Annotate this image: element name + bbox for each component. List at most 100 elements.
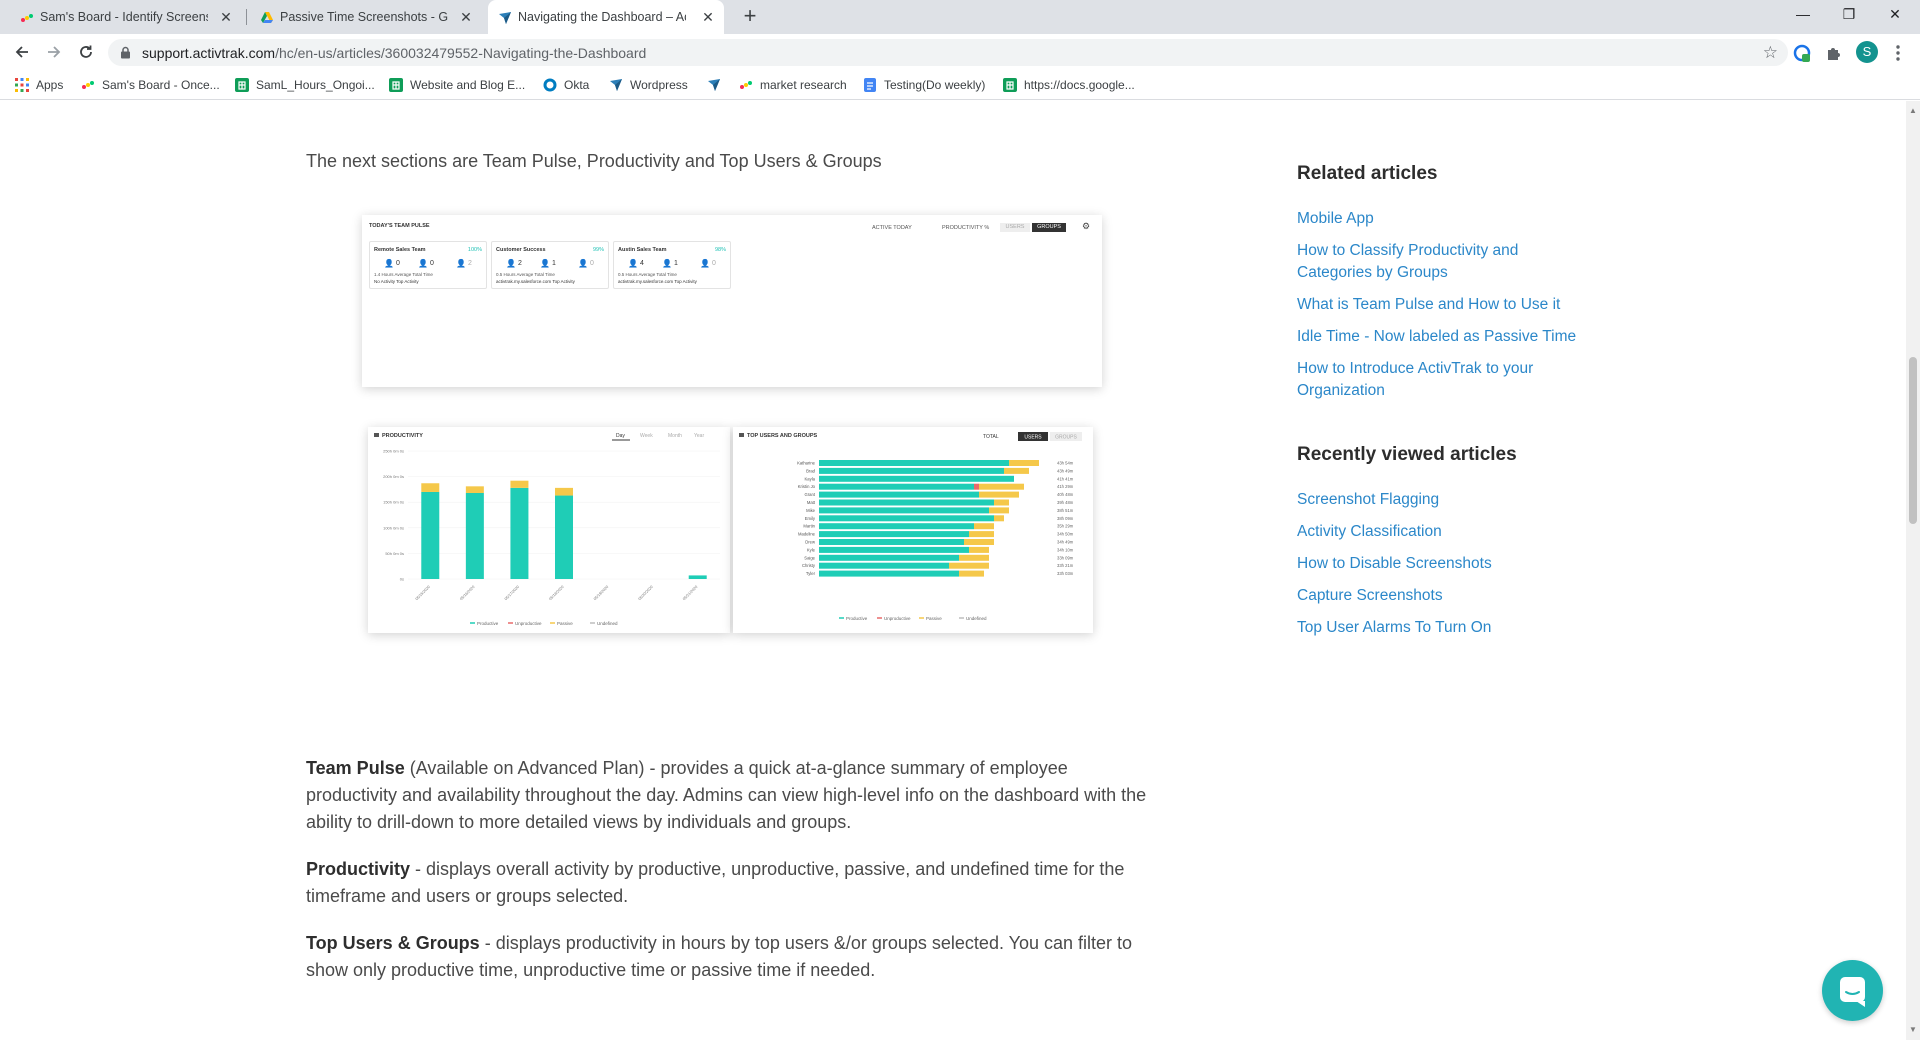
tab-sams-board[interactable]: Sam's Board - Identify Screenshot ✕ xyxy=(10,0,242,34)
page-scrollbar[interactable]: ▲ ▼ xyxy=(1906,101,1920,1040)
bar-segment-productive xyxy=(819,554,959,561)
recent-link[interactable]: How to Disable Screenshots xyxy=(1297,553,1597,575)
productivity-paragraph: Productivity - displays overall activity… xyxy=(306,856,1156,910)
legend-label: Passive xyxy=(557,621,573,626)
pulse-card[interactable]: Austin Sales Team 98% 👤 4 👤 1 👤 0 0.5 Ho… xyxy=(613,241,731,289)
recent-link[interactable]: Top User Alarms To Turn On xyxy=(1297,617,1597,639)
docs-icon xyxy=(862,77,878,93)
bookmark-apps[interactable]: Apps xyxy=(14,76,63,94)
passive-count: 1 xyxy=(552,260,556,267)
bar-segment-productive xyxy=(819,483,974,490)
sheets-icon xyxy=(1002,77,1018,93)
bookmark-docs-google[interactable]: https://docs.google... xyxy=(1002,76,1135,94)
x-tick-label: 05/15/2020 xyxy=(415,585,431,601)
settings-gear-icon[interactable]: ⚙ xyxy=(1082,221,1090,232)
bookmark-sams-board[interactable]: Sam's Board - Once... xyxy=(80,76,220,94)
team-pulse-paragraph: Team Pulse (Available on Advanced Plan) … xyxy=(306,755,1156,836)
bar-segment-productive xyxy=(819,570,959,577)
x-tick-label: 05/17/2020 xyxy=(504,585,520,601)
related-link[interactable]: What is Team Pulse and How to Use it xyxy=(1297,294,1597,316)
bar-segment-passive xyxy=(979,483,1024,490)
tab-title: Navigating the Dashboard – Acti xyxy=(518,10,686,24)
bar-segment-passive xyxy=(974,523,994,530)
users-toggle: USERS xyxy=(1024,435,1042,441)
bar-segment-productive xyxy=(819,507,989,514)
bookmark-wordpress[interactable]: Wordpress xyxy=(608,76,688,94)
active-user-icon: 👤 xyxy=(628,259,638,268)
close-tab-icon[interactable]: ✕ xyxy=(700,9,716,25)
bookmark-market-research[interactable]: market research xyxy=(738,76,847,94)
monday-icon xyxy=(738,77,754,93)
card-activity: activtrak.my.salesforce.com Top Activity xyxy=(618,279,697,284)
value-label: 34h 49m xyxy=(1057,540,1074,545)
related-articles-heading: Related articles xyxy=(1297,163,1438,184)
tab-navigating-dashboard[interactable]: Navigating the Dashboard – Acti ✕ xyxy=(488,0,724,34)
close-tab-icon[interactable]: ✕ xyxy=(458,9,474,25)
more-menu-icon[interactable] xyxy=(1888,43,1908,63)
apps-grid-icon xyxy=(14,77,30,93)
bookmark-activtrak[interactable] xyxy=(706,76,728,94)
close-window-button[interactable]: ✕ xyxy=(1872,0,1918,30)
recent-link[interactable]: Screenshot Flagging xyxy=(1297,489,1597,511)
reload-button[interactable] xyxy=(74,40,98,64)
recent-link[interactable]: Capture Screenshots xyxy=(1297,585,1597,607)
bar-segment-passive xyxy=(949,562,989,569)
top-users-chart-screenshot: TOP USERS AND GROUPS TOTAL USERS GROUPS Kath… xyxy=(733,427,1093,633)
forward-button[interactable] xyxy=(42,40,66,64)
y-category-label: Katharine xyxy=(797,461,816,466)
bar-segment-passive xyxy=(964,539,994,545)
value-label: 34h 10m xyxy=(1057,547,1074,552)
y-category-label: Emily xyxy=(805,516,816,521)
scroll-up-arrow-icon[interactable]: ▲ xyxy=(1909,107,1917,115)
profile-avatar[interactable]: S xyxy=(1856,41,1878,63)
value-label: 43h 49m xyxy=(1057,468,1074,473)
recent-link[interactable]: Activity Classification xyxy=(1297,521,1597,543)
scroll-down-arrow-icon[interactable]: ▼ xyxy=(1909,1026,1917,1034)
extension-icon[interactable] xyxy=(1792,43,1812,63)
card-activity: activtrak.my.salesforce.com Top Activity xyxy=(496,279,575,284)
y-category-label: Martin xyxy=(803,524,815,529)
bookmark-label: Testing(Do weekly) xyxy=(884,78,986,92)
bookmark-saml-hours[interactable]: SamL_Hours_Ongoi... xyxy=(234,76,375,94)
value-label: 41h 29m xyxy=(1057,484,1074,489)
puzzle-extensions-icon[interactable] xyxy=(1824,43,1844,63)
new-tab-button[interactable]: + xyxy=(738,5,762,28)
bookmark-label: SamL_Hours_Ongoi... xyxy=(256,78,375,92)
activtrak-icon xyxy=(706,77,722,93)
card-pct: 98% xyxy=(714,247,726,253)
pulse-card[interactable]: Remote Sales Team 100% 👤 0 👤 0 👤 2 1.4 H… xyxy=(369,241,487,289)
productivity-filter[interactable]: PRODUCTIVITY % xyxy=(942,225,989,231)
pulse-card[interactable]: Customer Success 99% 👤 2 👤 1 👤 0 0.5 Hou… xyxy=(491,241,609,289)
bookmark-star-icon[interactable]: ☆ xyxy=(1763,43,1778,63)
users-toggle[interactable]: USERS xyxy=(1000,223,1030,232)
scroll-thumb[interactable] xyxy=(1909,357,1917,524)
minimize-button[interactable]: — xyxy=(1780,0,1826,30)
bar-segment-productive xyxy=(819,499,994,506)
passive-user-icon: 👤 xyxy=(540,259,550,268)
close-tab-icon[interactable]: ✕ xyxy=(218,9,234,25)
monday-icon xyxy=(21,14,33,22)
back-button[interactable] xyxy=(10,40,34,64)
tab-passive-time[interactable]: Passive Time Screenshots - Goog ✕ xyxy=(250,0,482,34)
related-link[interactable]: Mobile App xyxy=(1297,208,1597,230)
value-label: 33h 03m xyxy=(1057,571,1074,576)
chart-title-icon xyxy=(739,433,744,437)
card-pct: 100% xyxy=(467,247,482,253)
active-today-filter[interactable]: ACTIVE TODAY xyxy=(872,225,912,231)
x-tick-label: 05/21/2020 xyxy=(682,585,698,601)
address-bar[interactable]: support.activtrak.com/hc/en-us/articles/… xyxy=(108,39,1788,66)
related-link[interactable]: How to Introduce ActivTrak to your Organ… xyxy=(1297,358,1597,402)
bookmark-okta[interactable]: Okta xyxy=(542,76,589,94)
chat-button[interactable] xyxy=(1822,960,1883,1021)
y-tick-label: 0s xyxy=(400,577,404,582)
browser-toolbar: support.activtrak.com/hc/en-us/articles/… xyxy=(0,34,1920,70)
related-link[interactable]: Idle Time - Now labeled as Passive Time xyxy=(1297,326,1597,348)
bookmark-label: Website and Blog E... xyxy=(410,78,526,92)
restore-button[interactable]: ❐ xyxy=(1826,0,1872,30)
related-link[interactable]: How to Classify Productivity and Categor… xyxy=(1297,240,1597,284)
bar-segment-productive xyxy=(510,487,529,579)
bookmark-testing[interactable]: Testing(Do weekly) xyxy=(862,76,985,94)
groups-toggle[interactable]: GROUPS xyxy=(1032,223,1066,232)
bar-segment-productive xyxy=(819,531,969,538)
bookmark-website-blog[interactable]: Website and Blog E... xyxy=(388,76,525,94)
